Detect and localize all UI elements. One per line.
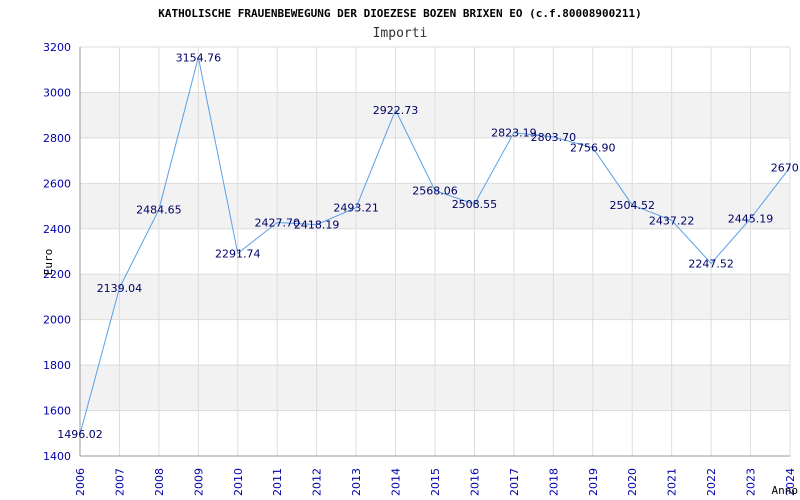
- y-tick-label: 1600: [43, 405, 71, 418]
- data-label: 2493.21: [333, 202, 379, 215]
- x-tick-label: 2009: [192, 468, 205, 496]
- x-tick-label: 2016: [468, 468, 481, 496]
- x-tick-label: 2012: [311, 468, 324, 496]
- x-tick-label: 2020: [626, 468, 639, 496]
- line-chart: KATHOLISCHE FRAUENBEWEGUNG DER DIOEZESE …: [42, 7, 800, 497]
- chart-subtitle: Importi: [373, 26, 428, 41]
- x-tick-label: 2023: [745, 468, 758, 496]
- x-tick-label: 2022: [705, 468, 718, 496]
- data-label: 2670.6: [771, 161, 800, 174]
- x-tick-labels: 2006 2007 2008 2009 2010 2011 2012 2013 2014 2015…: [74, 468, 797, 496]
- data-label: 2504.52: [609, 199, 655, 212]
- x-tick-label: 2010: [232, 468, 245, 496]
- x-axis-label: Anno: [772, 484, 799, 497]
- data-label: 2418.19: [294, 219, 340, 232]
- y-tick-label: 3200: [43, 41, 71, 54]
- data-label: 2508.55: [452, 198, 498, 211]
- x-tick-label: 2007: [113, 468, 126, 496]
- x-tick-label: 2008: [153, 468, 166, 496]
- x-tick-label: 2014: [390, 468, 403, 496]
- data-label: 2291.74: [215, 247, 261, 260]
- x-tick-label: 2017: [508, 468, 521, 496]
- x-tick-label: 2011: [271, 468, 284, 496]
- x-tick-label: 2021: [666, 468, 679, 496]
- x-tick-label: 2015: [429, 468, 442, 496]
- data-label: 2445.19: [728, 213, 774, 226]
- data-label: 2437.22: [649, 214, 695, 227]
- y-tick-label: 1400: [43, 450, 71, 463]
- y-axis-label: Euro: [42, 249, 55, 276]
- data-label: 1496.02: [57, 428, 103, 441]
- x-tick-label: 2018: [547, 468, 560, 496]
- data-label: 2139.04: [97, 282, 143, 295]
- x-tick-label: 2019: [587, 468, 600, 496]
- data-label: 2484.65: [136, 204, 182, 217]
- x-tick-label: 2013: [350, 468, 363, 496]
- data-label: 2756.90: [570, 142, 616, 155]
- chart-title: KATHOLISCHE FRAUENBEWEGUNG DER DIOEZESE …: [158, 7, 641, 20]
- y-tick-label: 2600: [43, 177, 71, 190]
- y-tick-label: 1800: [43, 359, 71, 372]
- y-tick-label: 2800: [43, 132, 71, 145]
- y-tick-label: 2000: [43, 314, 71, 327]
- x-tick-label: 2006: [74, 468, 87, 496]
- data-label: 2247.52: [688, 257, 734, 270]
- data-label: 2922.73: [373, 104, 419, 117]
- data-label: 2568.06: [412, 185, 458, 198]
- y-tick-label: 2400: [43, 223, 71, 236]
- data-label: 3154.76: [176, 51, 222, 64]
- y-tick-label: 3000: [43, 86, 71, 99]
